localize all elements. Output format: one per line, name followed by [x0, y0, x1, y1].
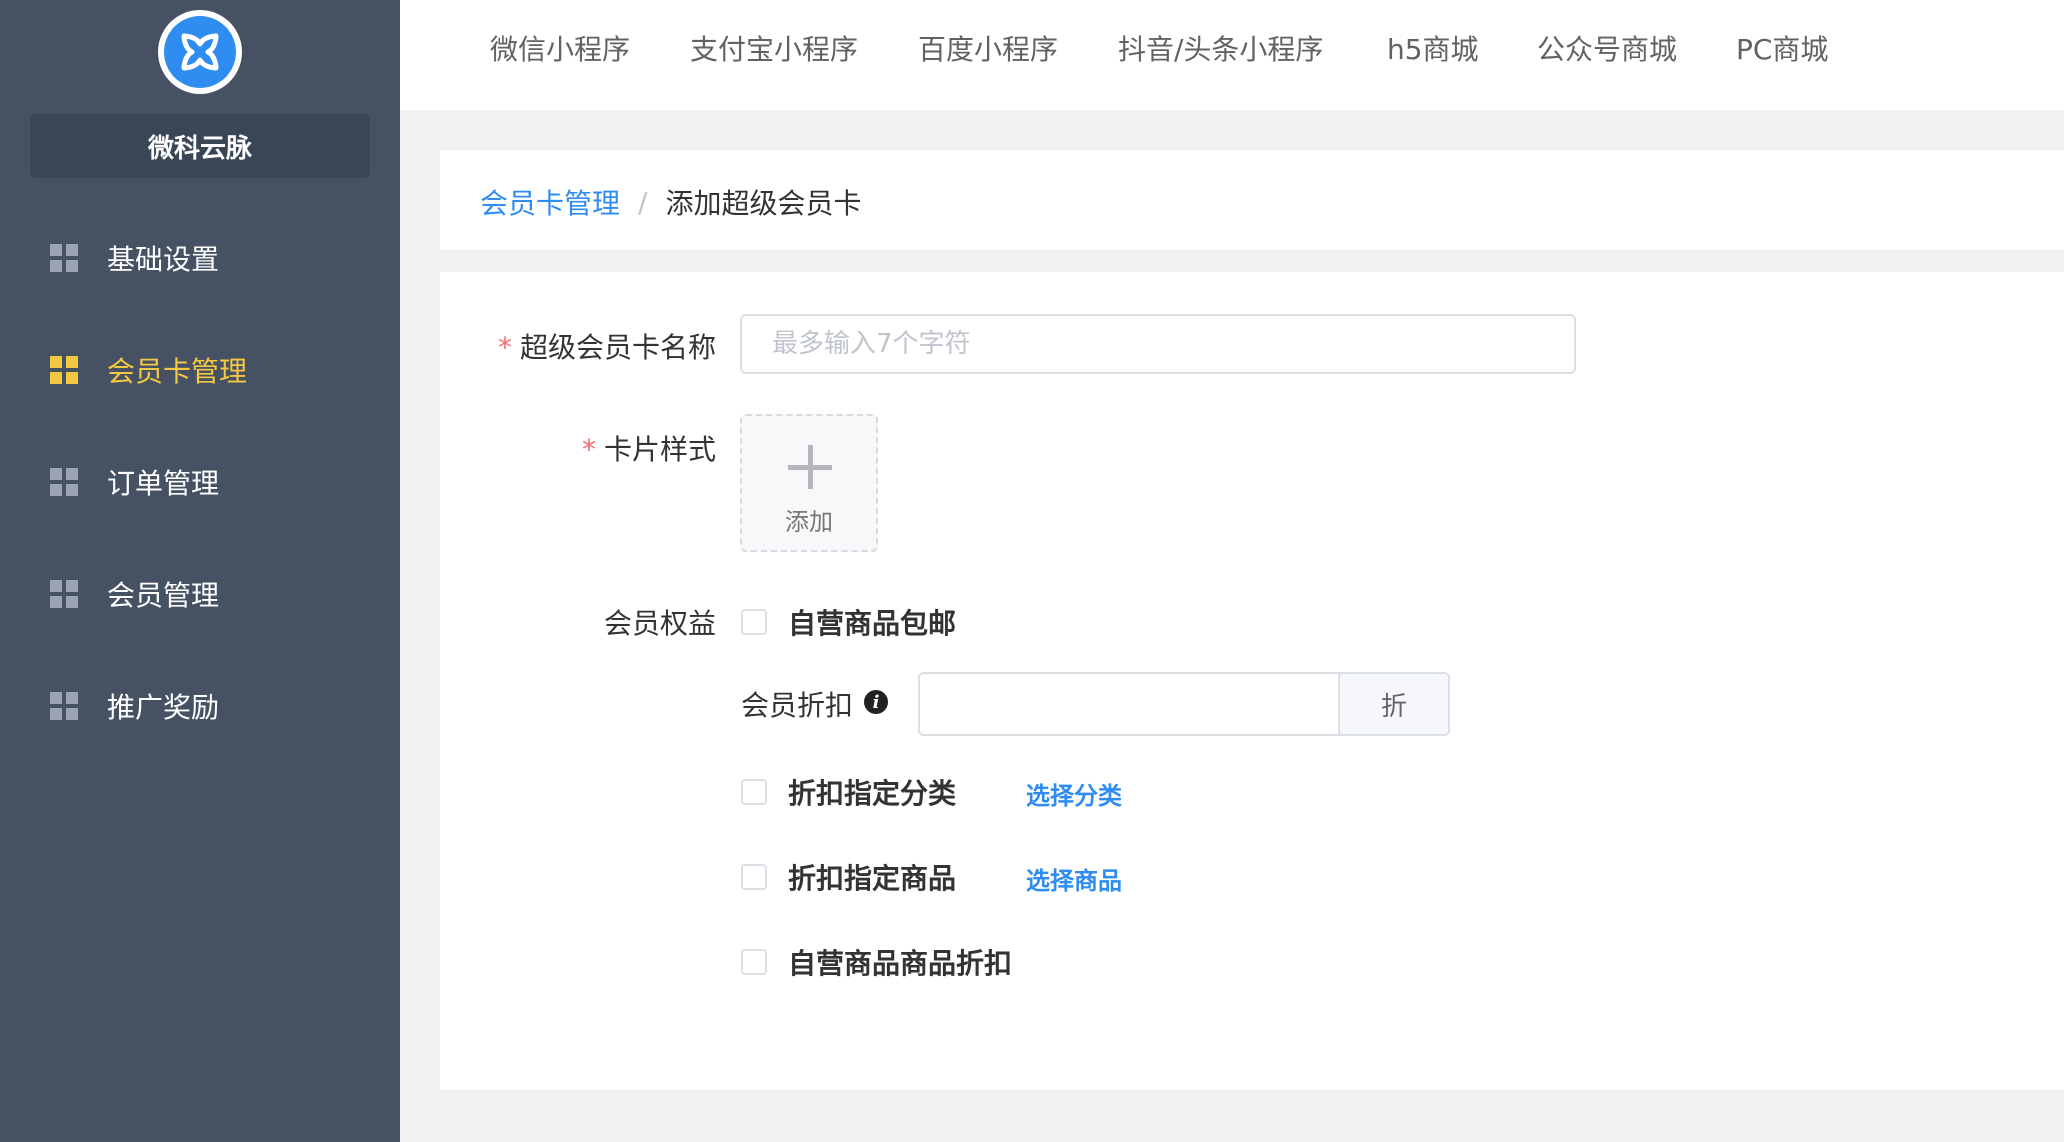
free-shipping-label: 自营商品包邮 — [788, 607, 957, 640]
sidebar-item-membership-card[interactable]: 会员卡管理 — [0, 340, 400, 400]
breadcrumb-separator: / — [638, 185, 648, 219]
member-discount-group: 折 — [918, 672, 1450, 736]
sidebar-item-basic-settings[interactable]: 基础设置 — [0, 228, 400, 288]
free-shipping-checkbox[interactable] — [741, 609, 767, 635]
tab-douyin-miniapp[interactable]: 抖音/头条小程序 — [1118, 28, 1323, 68]
upload-label: 添加 — [785, 508, 833, 536]
info-icon[interactable]: i — [864, 690, 888, 714]
discount-goods-label: 折扣指定商品 — [788, 862, 957, 895]
grid-icon — [50, 580, 78, 608]
required-mark: * — [497, 331, 512, 364]
tab-pc-mall[interactable]: PC商城 — [1736, 28, 1828, 68]
self-goods-discount-checkbox[interactable] — [741, 949, 767, 975]
select-category-link[interactable]: 选择分类 — [1026, 776, 1122, 811]
breadcrumb-card: 会员卡管理 / 添加超级会员卡 — [440, 150, 2064, 250]
tab-baidu-miniapp[interactable]: 百度小程序 — [918, 28, 1058, 68]
grid-icon — [50, 468, 78, 496]
discount-category-checkbox[interactable] — [741, 779, 767, 805]
breadcrumb: 会员卡管理 / 添加超级会员卡 — [480, 182, 861, 222]
breadcrumb-current: 添加超级会员卡 — [665, 187, 862, 220]
card-name-input[interactable] — [740, 314, 1576, 374]
tab-alipay-miniapp[interactable]: 支付宝小程序 — [690, 28, 858, 68]
member-discount-label: 会员折扣 — [741, 689, 854, 722]
top-nav: 微信小程序 支付宝小程序 百度小程序 抖音/头条小程序 h5商城 公众号商城 P… — [400, 0, 2064, 110]
grid-icon — [50, 356, 78, 384]
card-style-upload-button[interactable]: 添加 — [740, 414, 878, 552]
discount-suffix: 折 — [1338, 674, 1448, 734]
grid-icon — [50, 244, 78, 272]
breadcrumb-parent-link[interactable]: 会员卡管理 — [480, 182, 620, 222]
sidebar-item-label: 会员管理 — [107, 579, 220, 612]
app-logo[interactable] — [158, 10, 242, 94]
discount-category-label: 折扣指定分类 — [788, 777, 957, 810]
sidebar-item-promotion[interactable]: 推广奖励 — [0, 676, 400, 736]
tab-official-account-mall[interactable]: 公众号商城 — [1537, 28, 1677, 68]
member-discount-input[interactable] — [920, 674, 1338, 734]
sidebar: 微科云脉 基础设置 会员卡管理 订单管理 会员管理 推广奖励 — [0, 0, 400, 1142]
sidebar-item-label: 订单管理 — [107, 467, 220, 500]
required-mark: * — [581, 433, 596, 466]
benefits-label: 会员权益 — [603, 607, 716, 640]
card-style-label: * 卡片样式 — [581, 433, 716, 466]
self-goods-discount-label: 自营商品商品折扣 — [788, 947, 1013, 980]
sidebar-item-label: 基础设置 — [107, 243, 220, 276]
tab-wechat-miniapp[interactable]: 微信小程序 — [490, 28, 630, 68]
logo-icon — [164, 16, 236, 88]
sidebar-item-members[interactable]: 会员管理 — [0, 564, 400, 624]
select-goods-link[interactable]: 选择商品 — [1026, 861, 1122, 896]
sidebar-item-label: 会员卡管理 — [107, 355, 248, 388]
grid-icon — [50, 692, 78, 720]
tab-h5-mall[interactable]: h5商城 — [1387, 28, 1479, 68]
sidebar-item-orders[interactable]: 订单管理 — [0, 452, 400, 512]
card-name-label: * 超级会员卡名称 — [497, 331, 716, 364]
brand-name: 微科云脉 — [30, 114, 370, 178]
form-card: *超级会员卡名称 *卡片样式 添加 会员权益 自营商品包邮 会员折扣 i 折 折… — [440, 272, 2064, 1090]
sidebar-item-label: 推广奖励 — [107, 691, 220, 724]
discount-goods-checkbox[interactable] — [741, 864, 767, 890]
